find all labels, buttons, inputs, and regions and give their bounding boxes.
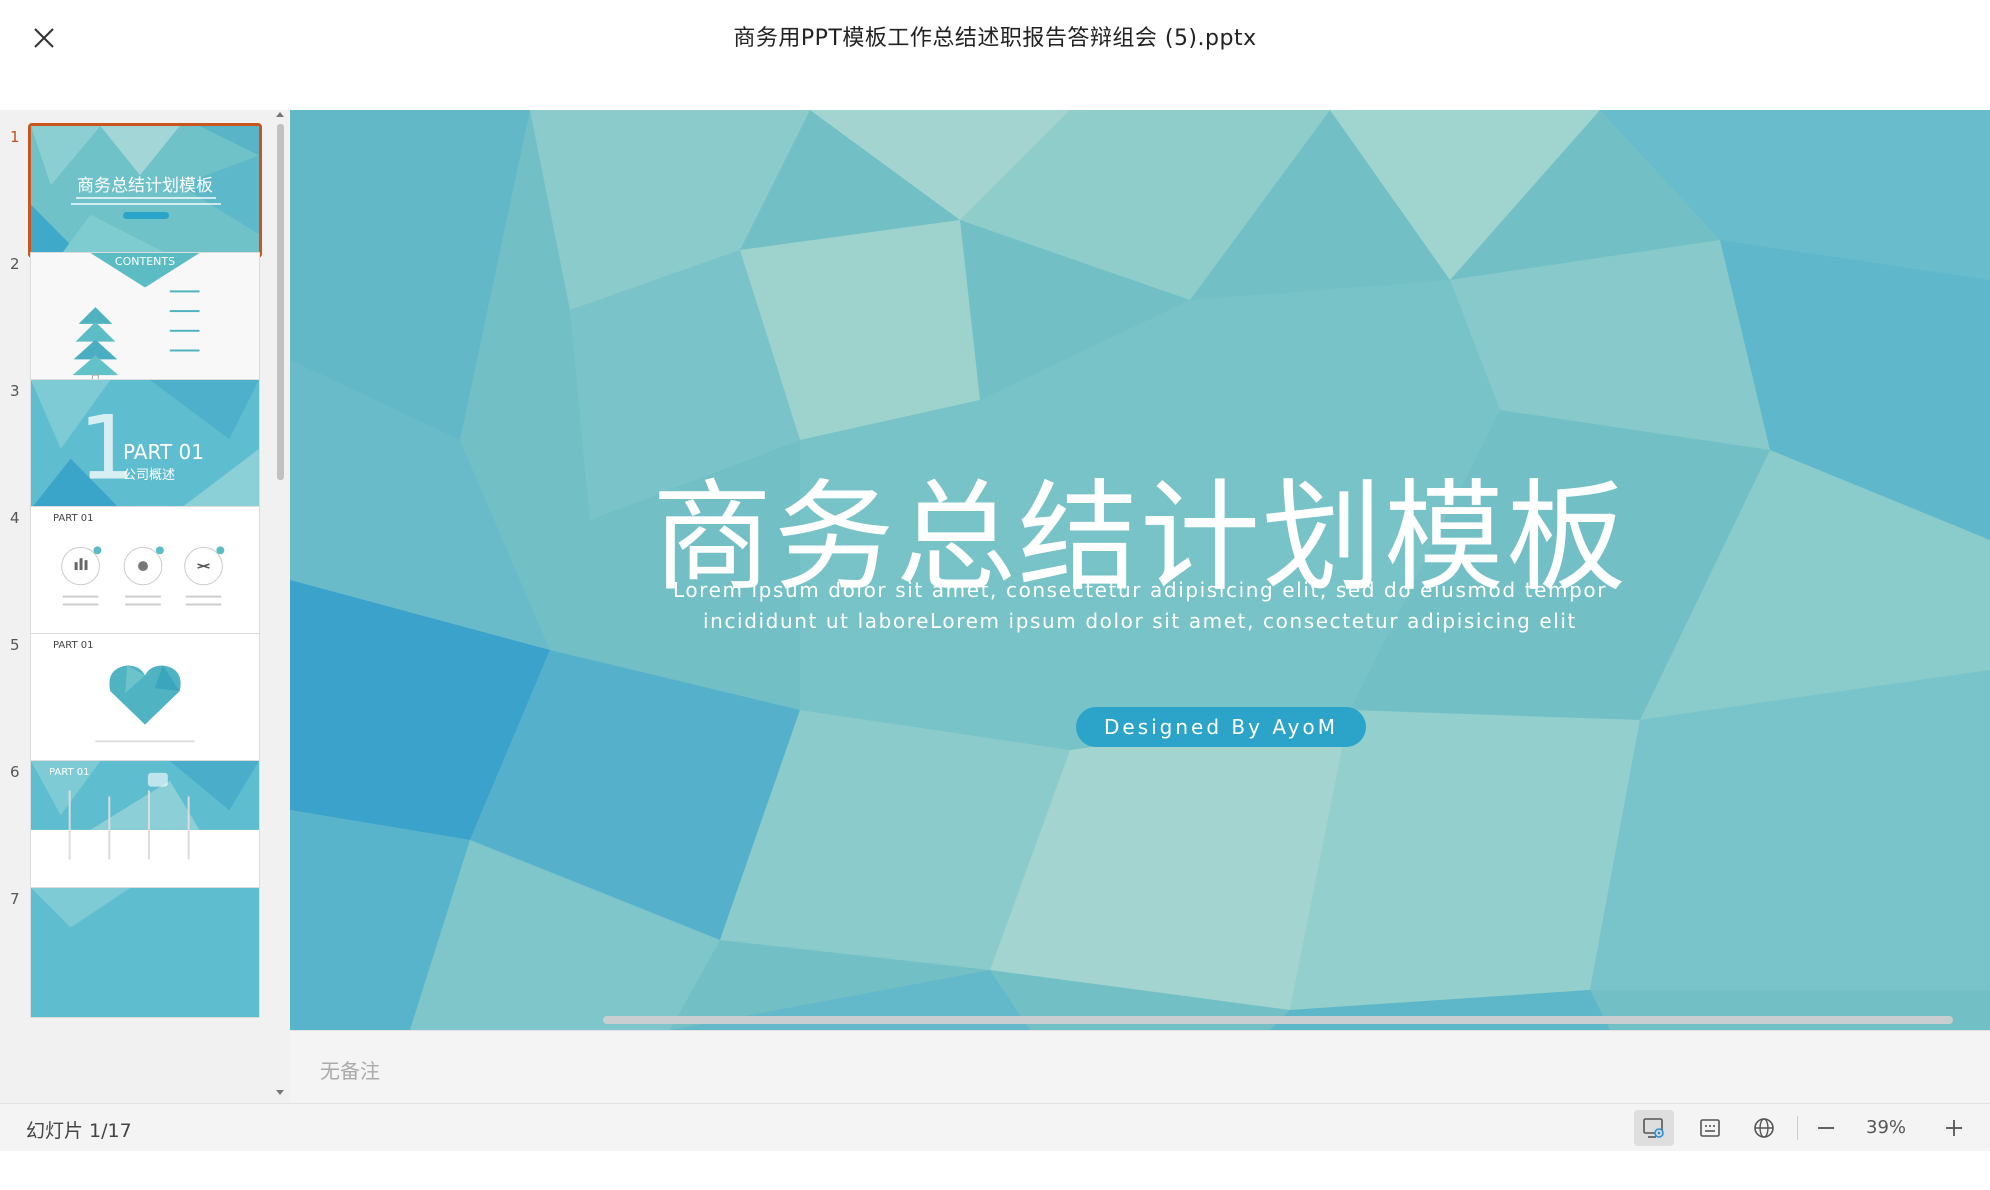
thumbnail-row-7: 7 xyxy=(0,872,270,1018)
thumbnail-icons-graphic xyxy=(31,507,259,636)
thumbnail-contents-graphic xyxy=(31,253,259,382)
thumbnail-scrollbar[interactable] xyxy=(274,110,286,1103)
speaker-notes-panel[interactable]: 无备注 xyxy=(290,1030,1990,1103)
thumbnail-number: 3 xyxy=(10,382,20,400)
thumbnail-title: CONTENTS xyxy=(114,255,176,268)
thumbnail-title: PART 01 xyxy=(53,513,94,524)
thumbnail-row-3: 3 1 PART 01 公司概述 xyxy=(0,364,270,510)
notes-view-button[interactable] xyxy=(1690,1110,1730,1146)
slide-canvas[interactable]: 商务总结计划模板 Lorem ipsum dolor sit amet, con… xyxy=(290,110,1990,1030)
thumbnail-pill xyxy=(123,212,169,219)
thumbnail-background xyxy=(31,761,259,890)
normal-view-icon xyxy=(1643,1118,1664,1138)
window-bottom-margin xyxy=(0,1151,1990,1190)
scroll-down-arrow-icon[interactable] xyxy=(276,1090,284,1095)
thumbnail-title: PART 01 xyxy=(123,440,204,464)
status-bar: 幻灯片 1/17 39% xyxy=(0,1103,1990,1151)
thumbnail-title: PART 01 xyxy=(49,767,90,778)
thumbnail-row-5: 5 PART 01 xyxy=(0,618,270,764)
status-divider xyxy=(1797,1116,1798,1140)
thumbnail-row-6: 6 PART 01 xyxy=(0,745,270,891)
title-bar: 商务用PPT模板工作总结述职报告答辩组会 (5).pptx xyxy=(0,0,1990,110)
plus-icon xyxy=(1946,1120,1962,1136)
thumbnail-text-line xyxy=(76,197,216,199)
scrollbar-thumb[interactable] xyxy=(277,124,284,480)
thumbnail-number: 1 xyxy=(10,128,20,146)
zoom-in-button[interactable] xyxy=(1934,1110,1974,1146)
notes-view-icon xyxy=(1700,1119,1720,1137)
slide-thumbnail-panel: 1 商务总结计划模板 2 CONTENTS 3 1 PART 01 公司概述 4… xyxy=(0,110,290,1103)
thumbnail-title: PART 01 xyxy=(53,640,94,651)
globe-icon xyxy=(1754,1118,1774,1138)
thumbnail-number: 7 xyxy=(10,890,20,908)
thumbnail-heart-graphic xyxy=(31,634,259,763)
minus-icon xyxy=(1818,1127,1834,1129)
notes-placeholder: 无备注 xyxy=(320,1059,380,1083)
slide-thumbnail-7[interactable] xyxy=(30,887,260,1018)
scroll-up-arrow-icon[interactable] xyxy=(276,112,284,117)
slide-counter: 幻灯片 1/17 xyxy=(26,1120,132,1142)
designer-credit-pill: Designed By AyoM xyxy=(1076,707,1366,747)
thumbnail-row-1: 1 商务总结计划模板 xyxy=(0,110,270,258)
thumbnail-text-line xyxy=(71,203,221,205)
thumbnail-number: 6 xyxy=(10,763,20,781)
thumbnail-number: 5 xyxy=(10,636,20,654)
normal-view-button[interactable] xyxy=(1634,1110,1674,1146)
slide-subtitle-line-2: incididunt ut laboreLorem ipsum dolor si… xyxy=(703,609,1577,633)
thumbnail-row-2: 2 CONTENTS xyxy=(0,237,270,383)
thumbnail-subtitle: 公司概述 xyxy=(123,468,176,483)
thumbnail-background xyxy=(31,888,259,1017)
document-title: 商务用PPT模板工作总结述职报告答辩组会 (5).pptx xyxy=(733,26,1257,51)
thumbnail-title: 商务总结计划模板 xyxy=(77,176,213,196)
zoom-out-button[interactable] xyxy=(1806,1110,1846,1146)
horizontal-scrollbar[interactable] xyxy=(603,1016,1953,1024)
thumbnail-row-4: 4 PART 01 xyxy=(0,491,270,637)
thumbnail-number: 2 xyxy=(10,255,20,273)
thumbnail-number: 4 xyxy=(10,509,20,527)
zoom-level[interactable]: 39% xyxy=(1866,1117,1906,1138)
web-view-button[interactable] xyxy=(1744,1110,1784,1146)
slide-subtitle-line-1: Lorem ipsum dolor sit amet, consectetur … xyxy=(672,578,1608,602)
